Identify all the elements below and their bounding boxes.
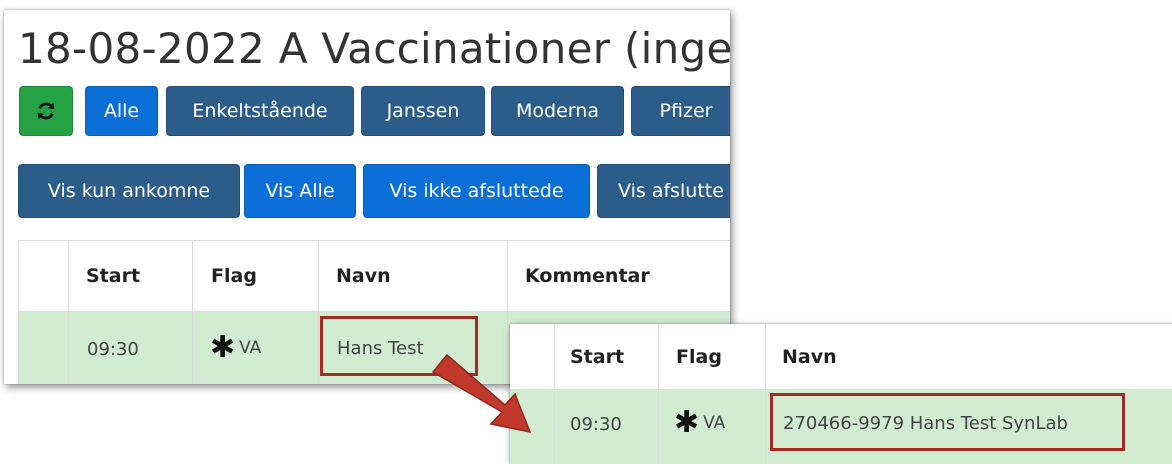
arrow-icon [431, 353, 532, 434]
